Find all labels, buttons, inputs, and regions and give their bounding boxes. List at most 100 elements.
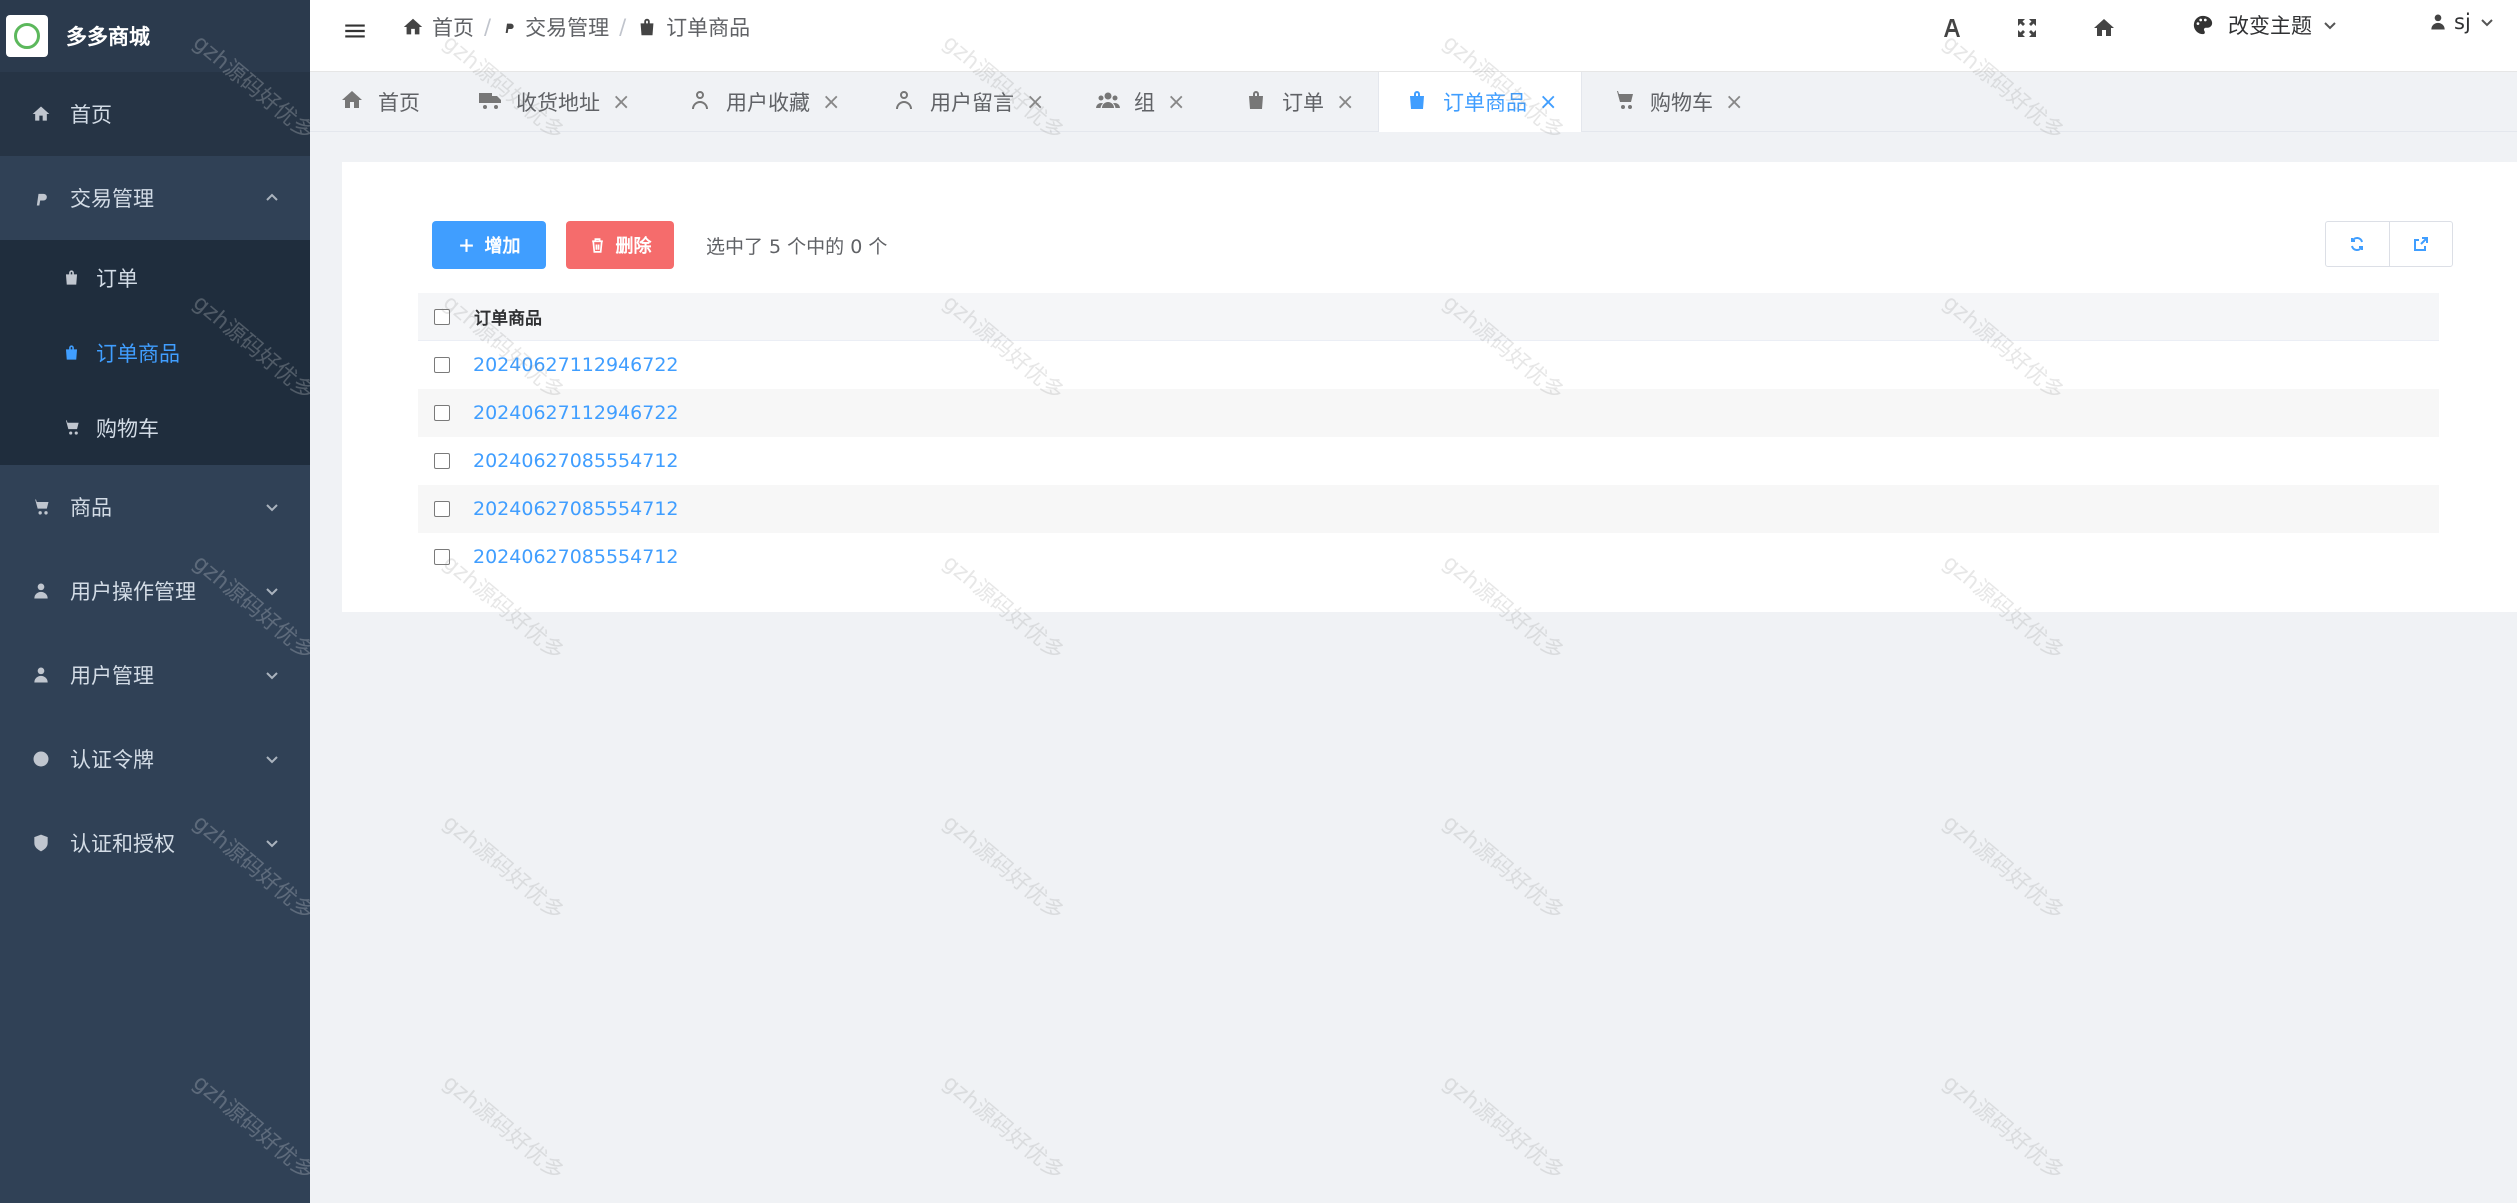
user-icon bbox=[892, 88, 930, 117]
breadcrumb-separator: / bbox=[619, 15, 627, 39]
shopping-bag-icon bbox=[60, 267, 82, 289]
tab-label: 组 bbox=[1134, 91, 1155, 115]
selection-info: 选中了 5 个中的 0 个 bbox=[706, 236, 888, 258]
select-all-checkbox[interactable] bbox=[434, 308, 450, 325]
truck-icon bbox=[478, 88, 516, 117]
chevron-up-icon bbox=[264, 156, 280, 240]
close-icon[interactable]: × bbox=[822, 90, 840, 115]
cart-icon bbox=[1612, 88, 1650, 117]
user-icon bbox=[688, 88, 726, 117]
export-button[interactable] bbox=[2388, 222, 2453, 266]
home-icon[interactable] bbox=[2092, 12, 2116, 44]
breadcrumb-label: 交易管理 bbox=[525, 16, 610, 40]
user-icon bbox=[30, 580, 52, 602]
shield-icon bbox=[30, 832, 52, 854]
table-row: 20240627112946722 bbox=[418, 341, 2439, 389]
sidebar-item-auth[interactable]: 认证和授权 bbox=[0, 801, 310, 885]
row-link[interactable]: 20240627112946722 bbox=[473, 354, 679, 376]
tab-order-goods[interactable]: 订单商品 × bbox=[1378, 72, 1582, 132]
sidebar-item-user-ops[interactable]: 用户操作管理 bbox=[0, 549, 310, 633]
submenu-trade: 订单 订单商品 购物车 bbox=[0, 240, 310, 465]
sidebar-item-label: 用户操作管理 bbox=[70, 580, 196, 604]
row-checkbox[interactable] bbox=[434, 357, 450, 373]
breadcrumb-home[interactable]: 首页 bbox=[402, 12, 474, 42]
delete-button[interactable]: 删除 bbox=[566, 221, 674, 269]
watermark: gzh源码好优多 bbox=[1437, 1070, 1569, 1186]
row-link[interactable]: 20240627112946722 bbox=[473, 402, 679, 424]
sidebar-item-user-mgmt[interactable]: 用户管理 bbox=[0, 633, 310, 717]
data-table: 订单商品 20240627112946722 20240627112946722… bbox=[418, 293, 2439, 581]
logo-bar: 多多商城 bbox=[0, 0, 310, 72]
watermark: gzh源码好优多 bbox=[1437, 810, 1569, 926]
row-checkbox[interactable] bbox=[434, 501, 450, 517]
tab-group[interactable]: 组 × bbox=[1096, 72, 1185, 132]
tab-messages[interactable]: 用户留言 × bbox=[892, 72, 1044, 132]
tab-cart[interactable]: 购物车 × bbox=[1612, 72, 1743, 132]
sidebar-item-label: 商品 bbox=[70, 496, 112, 520]
breadcrumb: 首页 / 交易管理 / 订单商品 bbox=[402, 10, 750, 44]
sidebar-item-order-goods[interactable]: 订单商品 bbox=[0, 315, 310, 390]
sidebar-item-label: 订单商品 bbox=[96, 341, 180, 366]
chevron-down-icon bbox=[264, 465, 280, 549]
tab-label: 收货地址 bbox=[516, 91, 600, 115]
breadcrumb-trade[interactable]: 交易管理 bbox=[501, 12, 609, 42]
export-icon bbox=[2413, 237, 2428, 251]
chevron-down-icon bbox=[2481, 19, 2493, 27]
close-icon[interactable]: × bbox=[1725, 90, 1743, 115]
tab-label: 订单 bbox=[1282, 91, 1324, 115]
row-link[interactable]: 20240627085554712 bbox=[473, 498, 679, 520]
close-icon[interactable]: × bbox=[1167, 90, 1185, 115]
row-link[interactable]: 20240627085554712 bbox=[473, 450, 679, 472]
tab-home[interactable]: 首页 bbox=[340, 72, 420, 132]
shopping-bag-icon bbox=[640, 18, 654, 36]
home-icon bbox=[403, 18, 423, 35]
theme-label: 改变主题 bbox=[2228, 14, 2312, 38]
user-menu[interactable]: sj bbox=[2428, 10, 2501, 34]
table-row: 20240627112946722 bbox=[418, 389, 2439, 437]
watermark: gzh源码好优多 bbox=[437, 1070, 569, 1186]
row-checkbox[interactable] bbox=[434, 453, 450, 469]
watermark: gzh源码好优多 bbox=[937, 810, 1069, 926]
watermark: gzh源码好优多 bbox=[937, 1070, 1069, 1186]
user-icon bbox=[2431, 14, 2445, 30]
shopping-bag-icon bbox=[1405, 88, 1443, 117]
close-icon[interactable]: × bbox=[1026, 90, 1044, 115]
chevron-down-icon bbox=[264, 717, 280, 801]
row-checkbox[interactable] bbox=[434, 405, 450, 421]
theme-switcher[interactable]: 改变主题 bbox=[2192, 10, 2338, 40]
sidebar-item-goods[interactable]: 商品 bbox=[0, 465, 310, 549]
watermark: gzh源码好优多 bbox=[437, 810, 569, 926]
home-icon bbox=[340, 88, 378, 117]
refresh-button[interactable] bbox=[2326, 222, 2389, 266]
tab-label: 购物车 bbox=[1650, 91, 1713, 115]
close-icon[interactable]: × bbox=[1539, 90, 1557, 115]
font-size-icon[interactable] bbox=[1940, 12, 1964, 44]
sidebar-item-label: 认证和授权 bbox=[70, 832, 175, 856]
sidebar-item-label: 交易管理 bbox=[70, 187, 154, 211]
paypal-icon bbox=[505, 23, 514, 33]
tab-order[interactable]: 订单 × bbox=[1244, 72, 1354, 132]
sidebar-item-trade[interactable]: 交易管理 bbox=[0, 156, 310, 240]
close-icon[interactable]: × bbox=[612, 90, 630, 115]
row-checkbox[interactable] bbox=[434, 549, 450, 565]
cart-icon bbox=[60, 417, 82, 439]
tab-favorites[interactable]: 用户收藏 × bbox=[688, 72, 840, 132]
chevron-down-icon bbox=[2324, 22, 2336, 30]
watermark: gzh源码好优多 bbox=[1937, 1070, 2069, 1186]
sidebar-item-auth-token[interactable]: 认证令牌 bbox=[0, 717, 310, 801]
table-header: 订单商品 bbox=[418, 293, 2439, 341]
row-link[interactable]: 20240627085554712 bbox=[473, 546, 679, 568]
add-button[interactable]: 增加 bbox=[432, 221, 546, 269]
sidebar-item-label: 订单 bbox=[96, 266, 138, 291]
app-title: 多多商城 bbox=[66, 25, 150, 49]
sidebar-item-home[interactable]: 首页 bbox=[0, 72, 310, 156]
user-name: sj bbox=[2454, 10, 2471, 34]
tab-address[interactable]: 收货地址 × bbox=[478, 72, 630, 132]
sidebar-item-cart[interactable]: 购物车 bbox=[0, 390, 310, 465]
tab-label: 首页 bbox=[378, 91, 420, 115]
table-row: 20240627085554712 bbox=[418, 437, 2439, 485]
sidebar-item-order[interactable]: 订单 bbox=[0, 240, 310, 315]
fullscreen-icon[interactable] bbox=[2015, 12, 2039, 44]
close-icon[interactable]: × bbox=[1336, 90, 1354, 115]
hamburger-icon[interactable] bbox=[342, 18, 368, 44]
